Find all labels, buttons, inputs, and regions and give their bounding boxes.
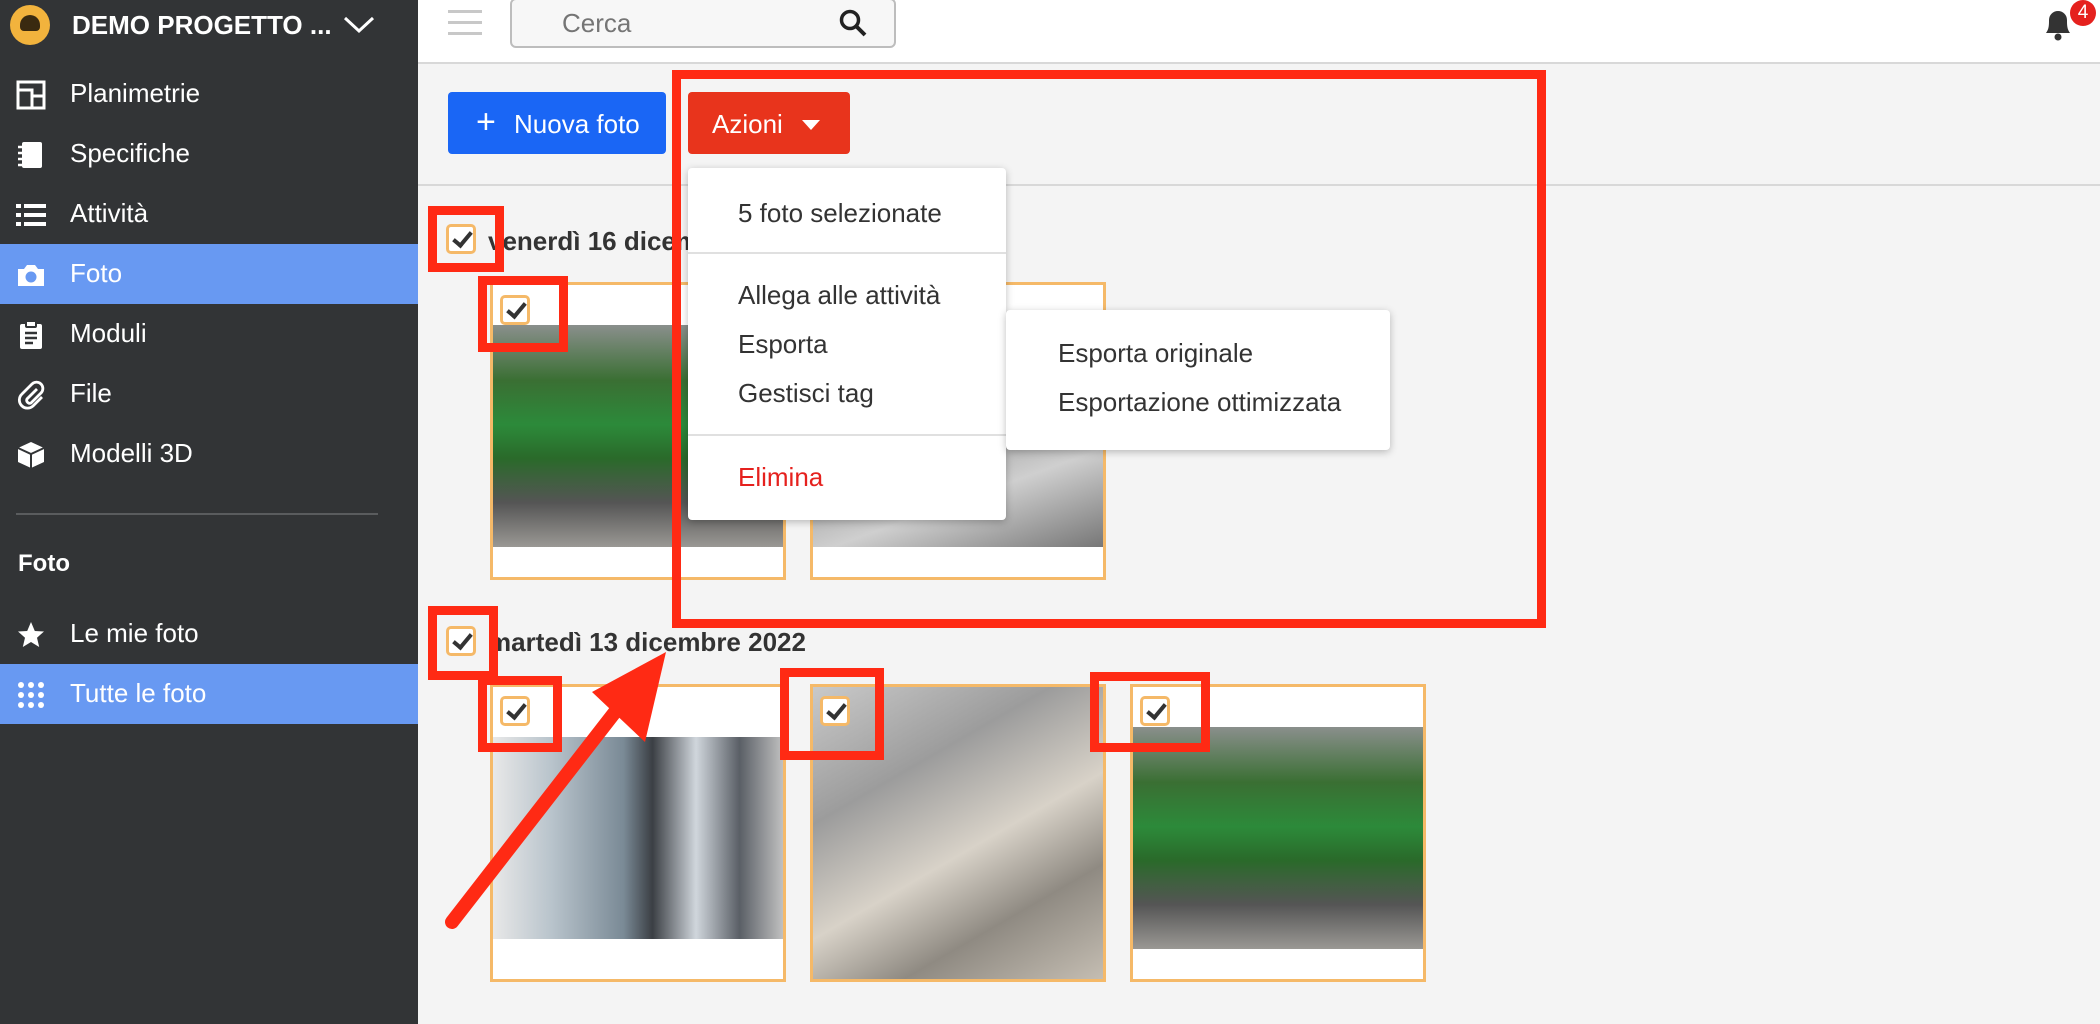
actions-dropdown-menu: 5 foto selezionate Allega alle attività … — [688, 168, 1006, 520]
sidebar-item-specifiche[interactable]: Specifiche — [0, 124, 418, 184]
grid-icon — [18, 682, 44, 708]
sidebar-item-label: Modelli 3D — [70, 438, 193, 468]
sidebar-section-title: Foto — [18, 550, 70, 577]
sidebar-item-moduli[interactable]: Moduli — [0, 304, 418, 364]
search-icon[interactable] — [838, 8, 868, 38]
menu-divider — [688, 252, 1006, 254]
star-icon — [18, 622, 44, 647]
sidebar-item-label: Planimetrie — [70, 78, 201, 108]
sidebar-item-planimetrie[interactable]: Planimetrie — [0, 64, 418, 124]
export-submenu: Esporta originale Esportazione ottimizza… — [1006, 310, 1390, 450]
new-photo-label: Nuova foto — [514, 109, 640, 139]
notebook-icon — [18, 142, 42, 168]
plus-icon: + — [476, 103, 496, 141]
menu-item-export-original[interactable]: Esporta originale — [1058, 338, 1253, 369]
app-logo-icon — [10, 5, 50, 45]
search-input[interactable] — [560, 6, 824, 40]
menu-item-delete[interactable]: Elimina — [738, 462, 823, 493]
project-name: DEMO PROGETTO ... — [72, 10, 332, 40]
group-date-heading: venerdì 16 dicem — [488, 226, 699, 256]
annotation-highlight-box — [478, 276, 568, 352]
sidebar-item-attivita[interactable]: Attività — [0, 184, 418, 244]
annotation-highlight-box — [428, 206, 504, 272]
sidebar-item-label: Specifiche — [70, 138, 190, 168]
sidebar-item-le-mie-foto[interactable]: Le mie foto — [0, 604, 418, 664]
list-icon — [16, 204, 46, 226]
hamburger-menu-icon[interactable] — [448, 10, 482, 36]
paperclip-icon — [17, 380, 45, 410]
project-switcher[interactable]: DEMO PROGETTO ... — [0, 0, 418, 50]
sidebar: DEMO PROGETTO ... Planimetrie Specifiche… — [0, 0, 418, 1024]
menu-divider — [688, 434, 1006, 436]
cube-icon — [17, 442, 45, 468]
sidebar-item-file[interactable]: File — [0, 364, 418, 424]
menu-item-attach-to-activities[interactable]: Allega alle attività — [738, 280, 940, 311]
sidebar-item-label: Tutte le foto — [70, 678, 207, 708]
notification-badge: 4 — [2070, 0, 2096, 26]
sidebar-item-foto[interactable]: Foto — [0, 244, 418, 304]
topbar: 4 — [418, 0, 2100, 64]
annotation-highlight-box — [780, 668, 884, 760]
sidebar-item-label: File — [70, 378, 112, 408]
chevron-down-icon[interactable] — [342, 9, 376, 39]
photo-image — [1133, 727, 1423, 949]
menu-item-export-optimized[interactable]: Esportazione ottimizzata — [1058, 387, 1341, 418]
camera-icon — [18, 265, 44, 286]
floorplan-icon — [16, 80, 46, 110]
sidebar-item-modelli-3d[interactable]: Modelli 3D — [0, 424, 418, 484]
sidebar-divider — [16, 513, 378, 515]
sidebar-item-label: Moduli — [70, 318, 147, 348]
menu-item-export[interactable]: Esporta — [738, 329, 828, 360]
selection-status: 5 foto selezionate — [738, 198, 942, 228]
search-box[interactable] — [510, 0, 896, 48]
clipboard-icon — [20, 320, 42, 349]
sidebar-item-label: Attività — [70, 198, 149, 228]
sidebar-item-label: Le mie foto — [70, 618, 199, 648]
menu-item-manage-tags[interactable]: Gestisci tag — [738, 378, 874, 409]
sidebar-item-label: Foto — [70, 258, 123, 288]
annotation-highlight-box — [1090, 672, 1210, 752]
annotation-arrow — [445, 652, 666, 929]
new-photo-button[interactable]: + Nuova foto — [448, 92, 666, 154]
sidebar-item-tutte-le-foto[interactable]: Tutte le foto — [0, 664, 418, 724]
